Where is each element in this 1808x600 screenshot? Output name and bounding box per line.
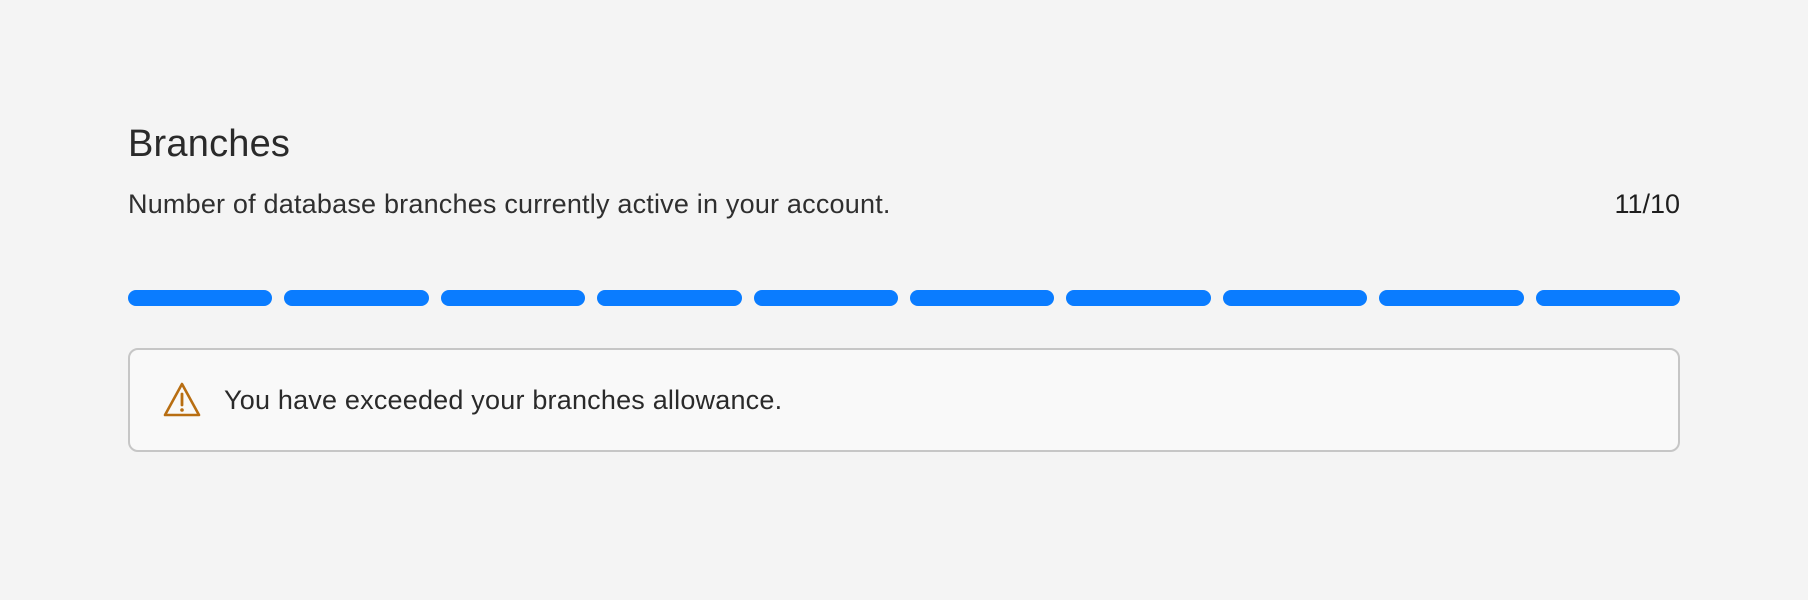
usage-meter-segment [1222,290,1368,306]
usage-meter-segment [284,290,429,306]
description-row: Number of database branches currently ac… [128,184,1680,224]
usage-meter [128,290,1681,306]
section-description: Number of database branches currently ac… [128,188,891,219]
warning-triangle-icon [162,380,202,420]
usage-meter-segment [597,290,742,306]
usage-meter-segment [753,290,899,306]
usage-meter-segment [128,290,273,306]
alert-message: You have exceeded your branches allowanc… [224,384,783,415]
usage-meter-segment [1379,290,1524,306]
branches-usage-section: Branches Number of database branches cur… [128,118,1681,452]
section-title: Branches [128,123,291,165]
usage-count: 11/10 [1614,188,1680,219]
usage-meter-segment [440,290,586,306]
usage-meter-segment [1066,290,1211,306]
usage-meter-segment [1535,290,1681,306]
usage-meter-segment [910,290,1055,306]
overage-alert: You have exceeded your branches allowanc… [128,348,1680,452]
